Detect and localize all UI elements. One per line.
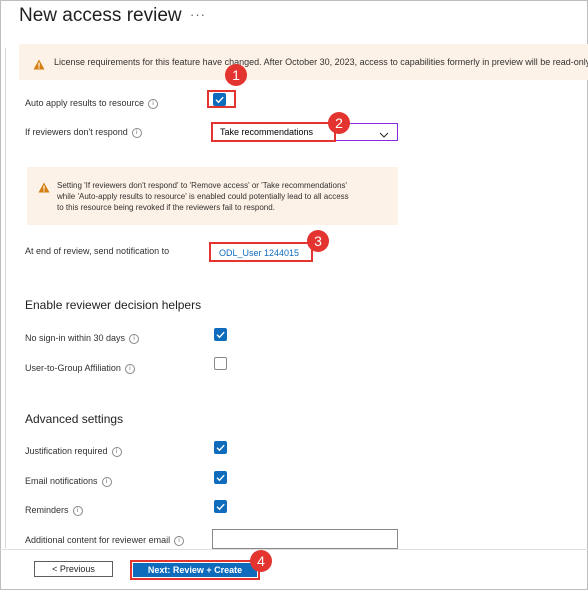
if-no-response-row: If reviewers don't respond i [25, 127, 142, 138]
page-title: New access review [19, 5, 182, 26]
auto-apply-label: Auto apply results to resource [25, 98, 145, 108]
advanced-row: Reminders i [25, 505, 83, 516]
helper-row: User-to-Group Affiliation i [25, 363, 135, 374]
info-icon[interactable]: i [129, 333, 140, 344]
helpers-heading: Enable reviewer decision helpers [25, 298, 202, 312]
callout-badge-4: 4 [250, 550, 272, 572]
callout-badge-1: 1 [225, 64, 247, 86]
info-icon[interactable]: i [124, 363, 135, 374]
auto-apply-row: Auto apply results to resource i [25, 98, 159, 109]
warning-text: Setting 'If reviewers don't respond' to … [57, 180, 349, 213]
chevron-down-icon [379, 127, 389, 145]
advanced-row: Email notifications i [25, 476, 112, 487]
justification-checkbox[interactable] [214, 441, 227, 454]
advanced-heading: Advanced settings [25, 412, 124, 426]
helper-label: User-to-Group Affiliation [25, 363, 121, 373]
warning-line: to this resource being revoked if the re… [57, 203, 275, 212]
callout-box-2 [211, 122, 336, 142]
more-options-button[interactable]: ··· [190, 7, 206, 22]
checkmark-icon [216, 503, 225, 511]
license-banner: License requirements for this feature ha… [19, 44, 588, 80]
info-icon[interactable]: i [111, 446, 122, 457]
checkmark-icon [216, 474, 225, 482]
no-signin-checkbox[interactable] [214, 328, 227, 341]
auto-apply-warning: Setting 'If reviewers don't respond' to … [27, 167, 398, 225]
additional-content-input[interactable] [212, 529, 398, 549]
warning-line: Setting 'If reviewers don't respond' to … [57, 181, 347, 190]
advanced-row: Justification required i [25, 446, 122, 457]
warning-icon [38, 180, 50, 193]
helper-label: No sign-in within 30 days [25, 333, 126, 343]
window-frame [0, 0, 588, 590]
info-icon[interactable]: i [148, 98, 159, 109]
callout-badge-3: 3 [307, 230, 329, 252]
notify-label: At end of review, send notification to [25, 246, 170, 256]
if-no-response-label: If reviewers don't respond [25, 127, 128, 137]
reminders-checkbox[interactable] [214, 500, 227, 513]
license-banner-text: License requirements for this feature ha… [54, 57, 588, 67]
info-icon[interactable]: i [131, 127, 142, 138]
warning-icon [33, 57, 45, 70]
checkmark-icon [216, 444, 225, 452]
left-divider [5, 48, 6, 548]
info-icon[interactable]: i [174, 535, 185, 546]
advanced-label: Reminders [25, 505, 69, 515]
info-icon[interactable]: i [101, 476, 112, 487]
notify-user-link[interactable]: ODL_User 1244015 [219, 248, 299, 258]
next-review-create-button[interactable]: Next: Review + Create [133, 563, 257, 577]
warning-line: while 'Auto-apply results to resource' i… [57, 192, 349, 201]
group-affiliation-checkbox[interactable] [214, 357, 227, 370]
footer-divider [0, 549, 588, 550]
info-icon[interactable]: i [72, 505, 83, 516]
callout-badge-2: 2 [328, 112, 350, 134]
additional-content-label: Additional content for reviewer email [25, 535, 171, 545]
checkmark-icon [215, 96, 224, 104]
checkmark-icon [216, 331, 225, 339]
auto-apply-checkbox[interactable] [213, 93, 226, 106]
email-notifications-checkbox[interactable] [214, 471, 227, 484]
advanced-row: Additional content for reviewer email i [25, 535, 185, 546]
advanced-label: Justification required [25, 446, 108, 456]
helper-row: No sign-in within 30 days i [25, 333, 140, 344]
advanced-label: Email notifications [25, 476, 98, 486]
previous-button[interactable]: < Previous [34, 561, 113, 577]
